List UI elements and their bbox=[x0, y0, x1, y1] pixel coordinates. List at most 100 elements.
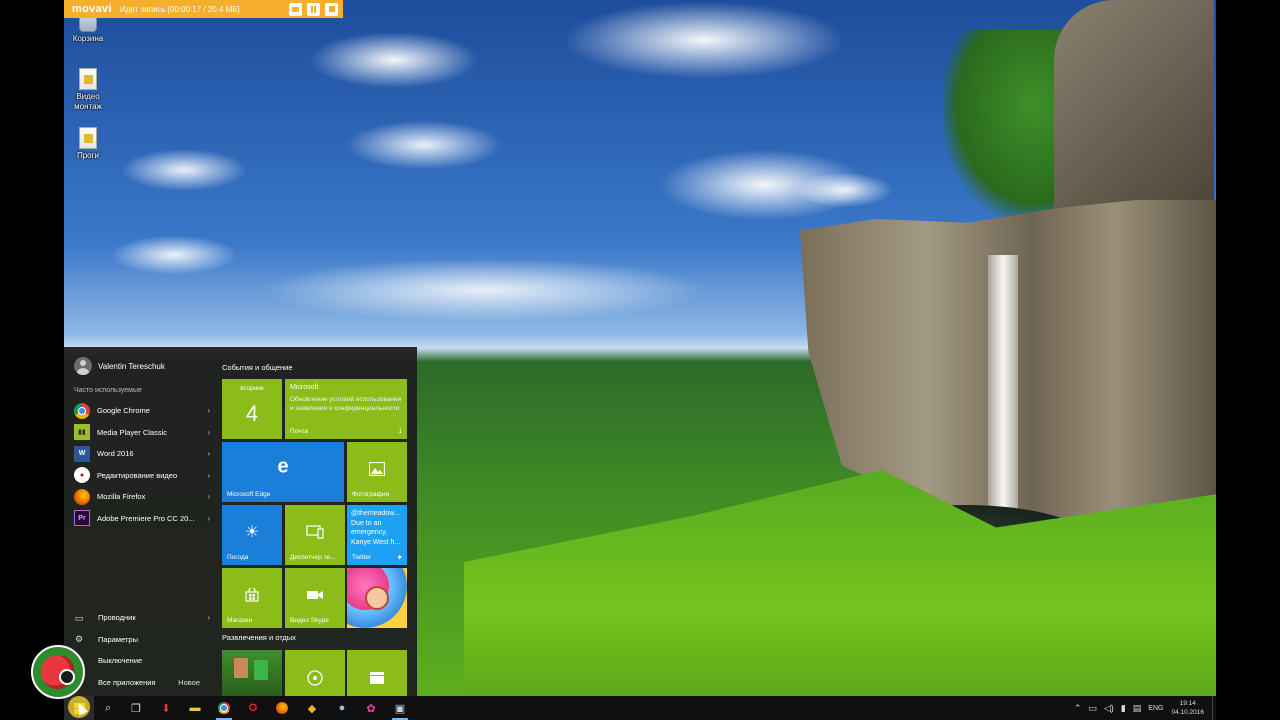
tile-mail[interactable]: Microsoft Обновление условий использован… bbox=[285, 379, 407, 439]
tile-calendar[interactable]: вторник 4 bbox=[222, 379, 282, 439]
twitter-preview: @themeadow... Due to an emergency, Kanye… bbox=[351, 510, 401, 546]
tile-minecraft[interactable] bbox=[222, 650, 282, 696]
camera-icon[interactable] bbox=[289, 2, 302, 16]
firefox-icon[interactable] bbox=[274, 700, 290, 716]
notifications-icon[interactable]: ▤ bbox=[1133, 703, 1142, 714]
pause-icon[interactable] bbox=[307, 2, 320, 16]
phone-companion-icon bbox=[306, 525, 324, 539]
app-item-premiere[interactable]: Pr Adobe Premiere Pro CC 20... › bbox=[74, 508, 210, 530]
start-item-settings[interactable]: ⚙ Параметры bbox=[74, 629, 210, 651]
stop-icon[interactable] bbox=[325, 2, 338, 16]
settings-gear-icon: ⚙ bbox=[74, 634, 84, 645]
word-icon: W bbox=[74, 445, 90, 462]
chevron-right-icon[interactable]: › bbox=[207, 406, 210, 415]
start-item-label: Выключение bbox=[98, 656, 143, 666]
desktop-icon-label: Проги bbox=[76, 151, 100, 160]
start-item-explorer[interactable]: ▭ Проводник › bbox=[74, 607, 210, 629]
network-icon[interactable]: ▭ bbox=[1088, 703, 1097, 714]
tile-twitter[interactable]: @themeadow... Due to an emergency, Kanye… bbox=[347, 505, 407, 565]
clock-time: 19:14 bbox=[1179, 700, 1196, 707]
tile-photos[interactable]: Фотографии bbox=[347, 442, 407, 502]
tray-overflow-icon[interactable]: ⌃ bbox=[1074, 703, 1082, 714]
chevron-right-icon[interactable]: › bbox=[207, 449, 210, 458]
clock[interactable]: 19:14 04.10.2016 bbox=[1171, 699, 1204, 717]
minecraft-art-icon bbox=[234, 658, 248, 678]
app-label: Media Player Classic bbox=[97, 427, 168, 437]
app-label: Google Chrome bbox=[97, 406, 150, 416]
battery-icon[interactable]: ▮ bbox=[1121, 703, 1126, 714]
app-item-media-player-classic[interactable]: ▮▮ Media Player Classic › bbox=[74, 422, 210, 444]
tile-label: Видео Skype bbox=[290, 617, 329, 624]
movavi-icon[interactable]: ◆ bbox=[304, 700, 320, 716]
tile-edge[interactable]: e Microsoft Edge bbox=[222, 442, 344, 502]
user-avatar-icon bbox=[74, 357, 92, 375]
movavi-logo: movavi bbox=[72, 3, 112, 15]
new-badge: Новое bbox=[178, 677, 200, 687]
start-item-all-apps[interactable]: ≡ Все приложения Новое bbox=[74, 672, 210, 694]
language-indicator[interactable]: ENG bbox=[1148, 705, 1163, 712]
tile-label: Диспетчер те... bbox=[290, 554, 336, 561]
start-item-label: Параметры bbox=[98, 634, 138, 644]
video-camera-icon bbox=[307, 591, 323, 599]
mail-sender: Microsoft bbox=[290, 384, 319, 391]
tile-phone-companion[interactable]: Диспетчер те... bbox=[285, 505, 345, 565]
chrome-icon bbox=[74, 402, 90, 419]
chevron-right-icon[interactable]: › bbox=[207, 492, 210, 501]
letterbox-right bbox=[1216, 0, 1280, 720]
start-menu-left-pane: Valentin Tereschuk Часто используемые Go… bbox=[64, 347, 214, 696]
tile-group-title: Развлечения и отдых bbox=[222, 633, 296, 642]
file-icon bbox=[79, 68, 97, 90]
chevron-right-icon[interactable]: › bbox=[207, 613, 210, 622]
search-icon[interactable]: ⌕ bbox=[100, 700, 116, 716]
app-item-firefox[interactable]: Mozilla Firefox › bbox=[74, 486, 210, 508]
app-item-word[interactable]: W Word 2016 › bbox=[74, 443, 210, 465]
twitter-bird-icon: ✦ bbox=[396, 553, 403, 562]
user-account[interactable]: Valentin Tereschuk bbox=[74, 357, 165, 375]
show-desktop-button[interactable] bbox=[1212, 696, 1216, 720]
chevron-right-icon[interactable]: › bbox=[207, 471, 210, 480]
mpc-icon: ▮▮ bbox=[74, 424, 90, 441]
recorder-bar: movavi Идет запись [00:00:17 / 20.4 МБ] bbox=[64, 0, 343, 18]
user-name: Valentin Tereschuk bbox=[98, 361, 165, 371]
wallpaper-waterfall bbox=[988, 255, 1018, 530]
tile-candy-game[interactable] bbox=[347, 568, 407, 628]
desktop-icon-video-editing[interactable]: Видео монтаж bbox=[68, 68, 108, 112]
app-item-chrome[interactable]: Google Chrome › bbox=[74, 400, 210, 422]
tile-groove-music[interactable] bbox=[285, 650, 345, 696]
task-view-icon[interactable]: ❐ bbox=[128, 700, 144, 716]
start-menu-tiles: События и общение вторник 4 Microsoft Об… bbox=[222, 347, 412, 696]
store-bag-icon bbox=[245, 588, 259, 602]
edge-icon: e bbox=[277, 455, 289, 478]
game-art-icon bbox=[365, 586, 389, 610]
clapperboard-icon bbox=[370, 671, 384, 684]
letterbox-left bbox=[0, 0, 64, 720]
opera-icon[interactable]: O bbox=[245, 700, 261, 716]
volume-icon[interactable]: ◁) bbox=[1104, 703, 1114, 714]
tile-weather[interactable]: ☀ Погода bbox=[222, 505, 282, 565]
taskbar: ⌕ ❐ ⬇ ▬ O ◆ ● ✿ ▣ ⌃ ▭ ◁) ▮ ▤ ENG 19:14 0… bbox=[64, 696, 1216, 720]
most-used-list: Google Chrome › ▮▮ Media Player Classic … bbox=[74, 400, 210, 529]
tile-movies-tv[interactable] bbox=[347, 650, 407, 696]
explorer-icon: ▭ bbox=[74, 612, 84, 623]
video-editor-icon: ● bbox=[74, 467, 90, 484]
chevron-right-icon[interactable]: › bbox=[207, 428, 210, 437]
download-icon[interactable]: ⬇ bbox=[158, 700, 174, 716]
tile-label: Почта bbox=[290, 428, 309, 435]
chevron-right-icon[interactable]: › bbox=[207, 514, 210, 523]
tile-store[interactable]: Магазин bbox=[222, 568, 282, 628]
app-item-video-editor[interactable]: ● Редактирование видео › bbox=[74, 465, 210, 487]
photos-icon[interactable]: ✿ bbox=[363, 700, 379, 716]
tile-skype-video[interactable]: Видео Skype bbox=[285, 568, 345, 628]
mail-preview: Обновление условий использования и заявл… bbox=[290, 396, 402, 412]
calendar-date: 4 bbox=[245, 401, 259, 426]
watermelon-logo-icon bbox=[31, 645, 85, 699]
app-icon[interactable]: ● bbox=[334, 700, 350, 716]
desktop-icon-progs[interactable]: Проги bbox=[68, 127, 108, 161]
recording-status: Идет запись [00:00:17 / 20.4 МБ] bbox=[120, 4, 240, 14]
start-menu: Valentin Tereschuk Часто используемые Go… bbox=[64, 347, 417, 696]
tile-label: Twitter bbox=[352, 554, 372, 561]
media-icon[interactable]: ▣ bbox=[392, 700, 408, 720]
start-item-power[interactable]: ⏻ Выключение bbox=[74, 650, 210, 672]
chrome-icon[interactable] bbox=[216, 700, 232, 720]
folder-icon[interactable]: ▬ bbox=[187, 700, 203, 716]
